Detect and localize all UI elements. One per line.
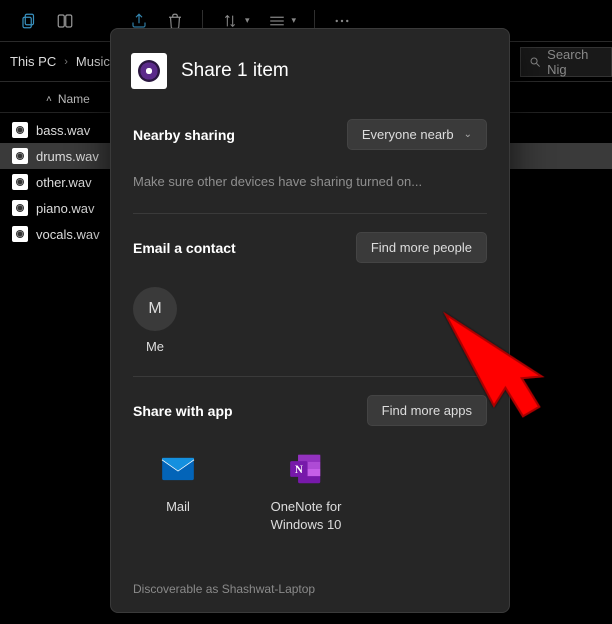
apps-list: Mail N OneNote for Windows 10 (111, 432, 509, 543)
file-name: piano.wav (36, 201, 95, 216)
chevron-right-icon: › (64, 56, 68, 68)
copy-icon[interactable] (20, 12, 38, 30)
search-input[interactable]: Search Nig (520, 47, 612, 77)
audio-file-icon (12, 226, 28, 242)
chevron-down-icon: ▾ (245, 15, 250, 26)
find-more-people-button[interactable]: Find more people (356, 232, 487, 263)
sort-asc-icon: ˄ (46, 94, 52, 105)
audio-file-icon (12, 122, 28, 138)
onenote-icon: N (287, 450, 325, 488)
search-placeholder: Search Nig (547, 47, 603, 77)
nearby-sharing-dropdown[interactable]: Everyone nearb ⌄ (347, 119, 487, 150)
contact-name: Me (146, 339, 164, 354)
column-name: Name (58, 92, 90, 106)
svg-text:N: N (295, 464, 303, 476)
share-footer: Discoverable as Shashwat-Laptop (111, 566, 509, 612)
contact-item[interactable]: M Me (133, 287, 177, 354)
nearby-sharing-label: Nearby sharing (133, 127, 235, 143)
email-contact-label: Email a contact (133, 240, 236, 256)
media-file-icon (131, 53, 167, 89)
app-item-onenote[interactable]: N OneNote for Windows 10 (261, 450, 351, 533)
app-label: Mail (166, 498, 190, 516)
share-with-app-label: Share with app (133, 403, 233, 419)
file-name: other.wav (36, 175, 92, 190)
mail-icon (159, 450, 197, 488)
share-icon[interactable] (130, 12, 148, 30)
chevron-down-icon: ⌄ (464, 129, 472, 140)
delete-icon[interactable] (166, 12, 184, 30)
file-name: bass.wav (36, 123, 90, 138)
breadcrumb-item[interactable]: Music (76, 54, 110, 69)
more-icon[interactable] (333, 12, 351, 30)
avatar: M (133, 287, 177, 331)
button-label: Find more apps (382, 403, 472, 418)
audio-file-icon (12, 174, 28, 190)
sort-icon[interactable] (221, 12, 239, 30)
app-label: OneNote for Windows 10 (261, 498, 351, 533)
view-icon[interactable] (268, 12, 286, 30)
search-icon (529, 55, 541, 69)
contacts-list: M Me (111, 269, 509, 376)
two-pane-icon[interactable] (56, 12, 74, 30)
audio-file-icon (12, 148, 28, 164)
app-item-mail[interactable]: Mail (133, 450, 223, 533)
file-name: vocals.wav (36, 227, 100, 242)
file-name: drums.wav (36, 149, 99, 164)
audio-file-icon (12, 200, 28, 216)
share-title: Share 1 item (181, 60, 289, 82)
button-label: Find more people (371, 240, 472, 255)
share-dialog: Share 1 item Nearby sharing Everyone nea… (110, 28, 510, 613)
share-header: Share 1 item (111, 29, 509, 109)
find-more-apps-button[interactable]: Find more apps (367, 395, 487, 426)
dropdown-value: Everyone nearb (362, 127, 454, 142)
breadcrumb-item[interactable]: This PC (10, 54, 56, 69)
nearby-hint: Make sure other devices have sharing tur… (111, 156, 509, 213)
chevron-down-icon: ▾ (292, 15, 297, 26)
